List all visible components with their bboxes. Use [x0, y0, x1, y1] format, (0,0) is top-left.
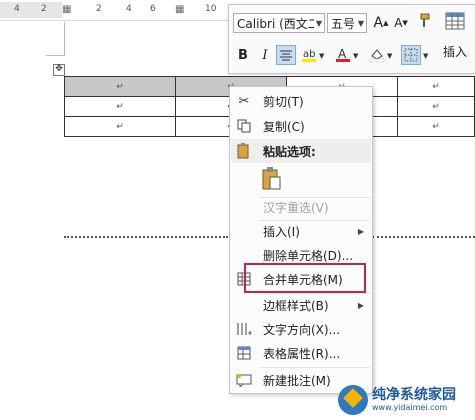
menu-item-insert[interactable]: 插入(I) ▶ — [230, 219, 372, 243]
chevron-down-icon[interactable]: ▼ — [423, 52, 428, 60]
font-color-icon[interactable]: A — [333, 45, 353, 65]
borders-icon[interactable] — [401, 45, 421, 65]
ruler-indent-marker-icon[interactable]: ▦ — [62, 4, 72, 16]
chevron-down-icon[interactable]: ▼ — [314, 19, 324, 28]
table-cell[interactable]: ↵ — [64, 76, 176, 97]
paste-icon — [234, 141, 254, 161]
svg-text:A: A — [338, 47, 347, 61]
ruler-number: 2 — [41, 4, 47, 14]
table-move-handle-icon[interactable]: ✥ — [53, 64, 65, 76]
chevron-down-icon[interactable]: ▼ — [353, 52, 358, 60]
shrink-font-icon[interactable]: A ▼ — [391, 13, 411, 33]
margin-corner-vertical — [64, 22, 65, 56]
table-cell[interactable]: ↵ — [64, 96, 176, 117]
scissors-icon: ✂ — [238, 93, 250, 109]
watermark-logo-icon — [338, 385, 368, 415]
new-comment-icon — [234, 370, 254, 390]
watermark: 纯净系统家园 www.yidaimei.com — [336, 380, 475, 420]
menu-item-text-direction[interactable]: 文字方向(X)... — [230, 317, 372, 341]
section-break-line — [64, 236, 228, 238]
font-size-combo[interactable]: 五号 ▼ — [327, 13, 367, 33]
table-styles-icon[interactable] — [441, 9, 469, 33]
format-painter-icon[interactable] — [413, 11, 433, 31]
cell-end-mark: ↵ — [116, 101, 124, 112]
table-cell[interactable]: ↵ — [64, 116, 176, 137]
chevron-down-icon[interactable]: ▼ — [356, 19, 366, 28]
table-properties-icon — [234, 343, 254, 363]
mini-toolbar: Calibri (西文二 ▼ 五号 ▼ A ▲ A ▼ B I ab ▼ A ▼ ▼… — [228, 4, 475, 74]
paste-keep-formatting-button[interactable] — [230, 163, 372, 195]
ruler-number: 4 — [14, 4, 20, 14]
context-menu: ✂ 剪切(T) 复制(C) 粘贴选项: 汉字重选(V) 插入(I) ▶ 删除单元… — [229, 86, 373, 394]
ruler-number: 10 — [205, 4, 217, 14]
chevron-down-icon[interactable]: ▼ — [387, 52, 392, 60]
clipboard-icon — [260, 166, 284, 192]
table-cell[interactable]: ↵ — [397, 96, 475, 117]
cell-end-mark: ↵ — [116, 81, 124, 92]
ruler-column-marker-icon[interactable]: ▦ — [175, 4, 185, 16]
font-size-value: 五号 — [331, 16, 356, 31]
menu-item-label: 剪切(T) — [263, 94, 304, 109]
menu-item-label: 新建批注(M) — [263, 373, 331, 388]
menu-item-label: 复制(C) — [263, 119, 305, 134]
menu-item-label: 插入(I) — [263, 224, 300, 239]
menu-item-reconversion: 汉字重选(V) — [230, 195, 372, 219]
submenu-arrow-icon: ▶ — [357, 226, 364, 236]
grow-font-icon[interactable]: A ▲ — [371, 13, 391, 33]
watermark-url: www.yidaimei.com — [372, 403, 448, 412]
bold-button[interactable]: B — [233, 45, 253, 65]
watermark-title: 纯净系统家园 — [372, 387, 456, 403]
merge-cells-highlight-box — [244, 263, 366, 293]
ruler-number: 6 — [150, 4, 156, 14]
shading-icon[interactable] — [367, 45, 387, 65]
text-direction-icon — [234, 319, 254, 339]
menu-item-label: 粘贴选项: — [263, 144, 316, 159]
menu-item-cut[interactable]: ✂ 剪切(T) — [230, 89, 372, 113]
insert-label: 插入 — [442, 45, 467, 59]
italic-button[interactable]: I — [255, 45, 275, 65]
svg-text:ab: ab — [303, 49, 315, 60]
menu-item-label: 文字方向(X)... — [263, 322, 341, 337]
menu-item-border-styles[interactable]: 边框样式(B) ▶ — [230, 293, 372, 317]
menu-item-label: 表格属性(R)... — [263, 346, 341, 361]
cell-end-mark: ↵ — [116, 121, 124, 132]
cell-end-mark: ↵ — [432, 121, 440, 132]
menu-item-label: 汉字重选(V) — [263, 200, 329, 215]
ruler-margin-area — [0, 2, 62, 18]
submenu-arrow-icon: ▶ — [357, 300, 364, 310]
highlight-icon[interactable]: ab — [299, 45, 319, 65]
font-name-combo[interactable]: Calibri (西文二 ▼ — [233, 13, 325, 33]
cell-end-mark: ↵ — [432, 101, 440, 112]
ruler-number: 4 — [126, 4, 132, 14]
center-align-icon[interactable] — [276, 45, 296, 65]
menu-item-label: 边框样式(B) — [263, 298, 329, 313]
font-name-value: Calibri (西文二 — [237, 16, 314, 31]
margin-corner-horizontal — [46, 55, 64, 56]
ruler-number: 2 — [96, 4, 102, 14]
insert-button[interactable]: 插入 — [437, 43, 473, 99]
menu-item-paste-options: 粘贴选项: — [230, 139, 372, 163]
menu-item-copy[interactable]: 复制(C) — [230, 114, 372, 138]
menu-item-table-properties[interactable]: 表格属性(R)... — [230, 341, 372, 365]
copy-icon — [234, 116, 254, 136]
table-cell[interactable]: ↵ — [397, 116, 475, 137]
section-break-line — [372, 236, 475, 238]
menu-item-label: 删除单元格(D)... — [263, 248, 354, 263]
chevron-down-icon[interactable]: ▼ — [319, 52, 324, 60]
